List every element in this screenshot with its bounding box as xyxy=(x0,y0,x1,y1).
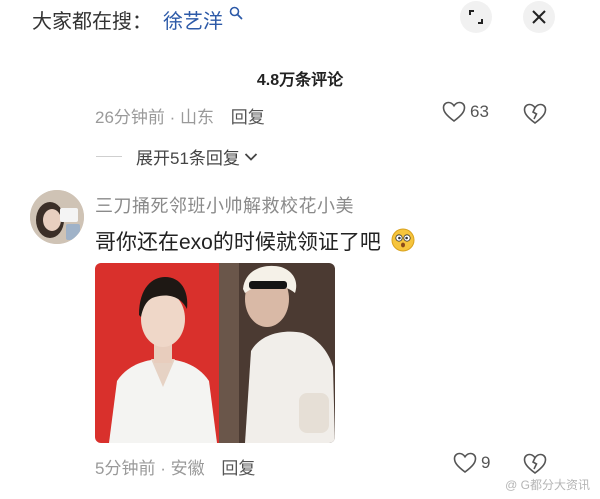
expand-divider xyxy=(96,156,122,157)
like-button[interactable]: 9 xyxy=(453,452,490,474)
search-keyword-link[interactable]: 徐艺洋 xyxy=(163,5,223,34)
like-count: 9 xyxy=(481,453,491,472)
prev-comment-meta: 26分钟前 · 山东 回复 xyxy=(95,103,265,128)
heart-icon xyxy=(442,101,466,123)
prev-like-count: 63 xyxy=(470,102,489,121)
avatar[interactable] xyxy=(30,190,84,244)
comment-username[interactable]: 三刀捅死邻班小帅解救校花小美 xyxy=(95,192,354,218)
comment-meta: 5分钟前 · 安徽 回复 xyxy=(95,454,255,479)
search-icon[interactable] xyxy=(229,6,243,20)
prev-comment-time: 26分钟前 xyxy=(95,108,165,127)
chevron-down-icon xyxy=(244,152,258,161)
expand-button[interactable] xyxy=(460,1,492,33)
expand-replies-label: 展开51条回复 xyxy=(136,149,240,168)
comments-count: 4.8万条评论 xyxy=(256,72,344,89)
meta-separator: · xyxy=(169,108,181,127)
close-button[interactable] xyxy=(523,1,555,33)
broken-heart-icon[interactable] xyxy=(523,452,547,476)
comment-image[interactable] xyxy=(95,263,335,443)
comment-location: 安徽 xyxy=(170,459,205,478)
prev-comment-location: 山东 xyxy=(180,108,215,127)
broken-heart-icon[interactable] xyxy=(523,102,547,126)
avatar-image xyxy=(30,190,84,244)
reply-button[interactable]: 回复 xyxy=(221,459,255,478)
search-hint: 大家都在搜： xyxy=(32,11,152,33)
meta-separator: · xyxy=(160,459,171,478)
expand-icon xyxy=(469,10,483,24)
heart-icon xyxy=(453,452,477,474)
comment-text: 哥你还在exo的时候就领证了吧 xyxy=(95,231,381,254)
emoji-icon xyxy=(391,228,415,252)
expand-replies-button[interactable]: 展开51条回复 xyxy=(96,144,258,169)
close-icon xyxy=(532,10,546,24)
prev-like-button[interactable]: 63 xyxy=(442,101,489,123)
comment-time: 5分钟前 xyxy=(95,459,156,478)
watermark: @ G都分大资讯 xyxy=(505,478,590,492)
comment-photo xyxy=(95,263,335,443)
prev-reply-button[interactable]: 回复 xyxy=(231,108,265,127)
top-bar: 大家都在搜： 徐艺洋 xyxy=(0,0,600,38)
